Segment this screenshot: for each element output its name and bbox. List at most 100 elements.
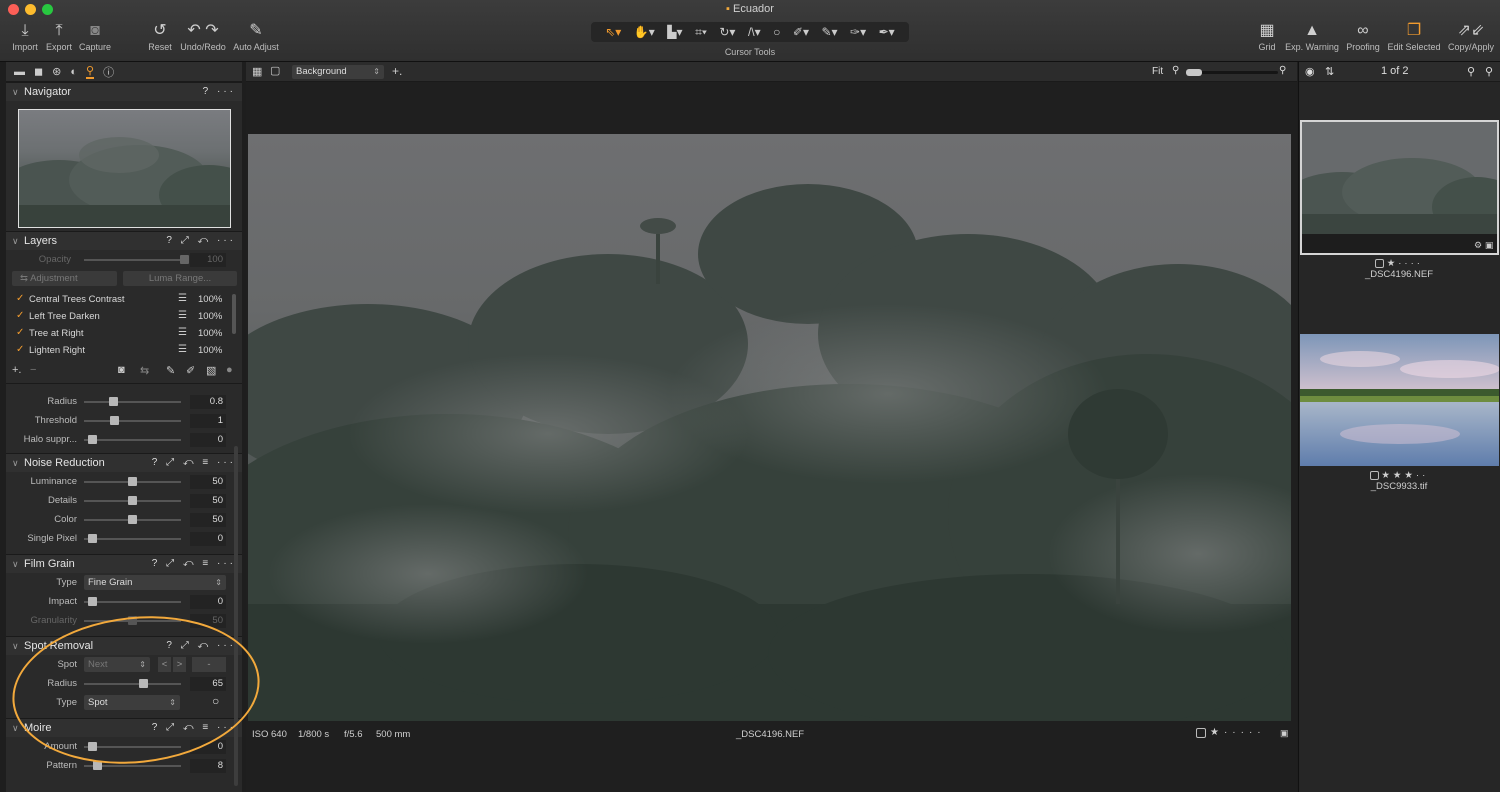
checkmark-icon[interactable]: ✓ xyxy=(16,344,24,355)
slider-value[interactable]: 1 xyxy=(190,414,226,428)
slider-value[interactable]: 0 xyxy=(190,532,226,546)
color-tab-icon[interactable]: ⊛ xyxy=(52,65,61,78)
rating-stars[interactable]: ★····· xyxy=(1210,727,1266,738)
opacity-value[interactable]: 100 xyxy=(190,253,226,267)
rating-stars[interactable]: ★···· xyxy=(1387,258,1423,269)
slider-track[interactable] xyxy=(84,742,181,751)
slider-value[interactable]: 8 xyxy=(190,759,226,773)
slider-value[interactable]: 50 xyxy=(190,513,226,527)
thumbnail-2[interactable] xyxy=(1300,334,1499,466)
grid-view-icon[interactable]: ▦ xyxy=(252,65,262,78)
layer-select[interactable]: Background ⇕ xyxy=(292,65,384,79)
spot-radius-knob[interactable] xyxy=(139,679,148,688)
filter-icon[interactable]: ⚲ xyxy=(1485,65,1493,78)
layers-tools[interactable]: ? ⤢ ↶ ··· xyxy=(166,235,236,246)
select-cursor-icon[interactable]: ⇖▾ xyxy=(605,25,621,39)
slider-knob[interactable] xyxy=(110,416,119,425)
erase-icon[interactable]: ✐ xyxy=(186,364,195,377)
slider-track[interactable] xyxy=(84,496,181,505)
navigator-preview[interactable] xyxy=(18,109,231,228)
navigator-header[interactable]: ∨ Navigator ? ··· xyxy=(6,82,242,101)
circle-tool-icon[interactable]: ○ xyxy=(773,25,780,39)
edit-selected-button[interactable]: ❐ Edit Selected xyxy=(1385,20,1443,52)
remove-layer-icon[interactable]: − xyxy=(30,364,36,376)
spot-radius-value[interactable]: 65 xyxy=(190,677,226,691)
annotate-icon[interactable]: ✒▾ xyxy=(879,25,895,39)
exposure-tab-icon[interactable]: ◐ xyxy=(70,66,77,78)
layer-item[interactable]: ✓ Left Tree Darken ☰ 100% xyxy=(6,308,242,325)
slider-knob[interactable] xyxy=(128,496,137,505)
slider-track[interactable] xyxy=(84,761,181,770)
picker-icon[interactable]: ✐▾ xyxy=(793,25,809,39)
slider-value[interactable]: 50 xyxy=(190,475,226,489)
reset-button[interactable]: ↺ Reset xyxy=(146,20,174,52)
pan-icon[interactable]: ✋▾ xyxy=(634,25,655,39)
select-checkbox[interactable] xyxy=(1375,258,1385,268)
thumbnail-1[interactable]: ⚙ ▣ xyxy=(1300,120,1499,255)
slider-knob[interactable] xyxy=(88,742,97,751)
undo-redo-button[interactable]: ↶ ↷ Undo/Redo xyxy=(179,20,227,52)
gradient-icon[interactable]: ▧ xyxy=(206,364,216,377)
sliders-icon[interactable]: ☰ xyxy=(178,310,187,321)
grain-type-select[interactable]: Fine Grain xyxy=(84,575,226,590)
rating-stars[interactable]: ★★★·· xyxy=(1381,470,1428,481)
select-checkbox[interactable] xyxy=(1196,728,1206,738)
copy-apply-button[interactable]: ⇗⇙ Copy/Apply xyxy=(1446,20,1496,52)
export-button[interactable]: ⤒ Export xyxy=(44,20,74,52)
checkmark-icon[interactable]: ✓ xyxy=(16,310,24,321)
spot-type-select[interactable]: Spot xyxy=(84,695,180,710)
panel-scrollbar[interactable] xyxy=(232,294,236,334)
prev-spot-button[interactable]: < xyxy=(158,657,171,672)
spot-select[interactable]: Next xyxy=(84,657,150,672)
search-icon[interactable]: ⚲ xyxy=(1467,65,1475,78)
layer-item[interactable]: ✓ Tree at Right ☰ 100% xyxy=(6,325,242,342)
granularity-slider[interactable] xyxy=(84,616,181,625)
brush-icon[interactable]: ✎ xyxy=(166,364,175,377)
details-tab-icon[interactable]: ⚲ xyxy=(86,64,95,79)
film-grain-tools[interactable]: ? ⤢ ↶ ≡ ··· xyxy=(152,558,236,569)
slider-track[interactable] xyxy=(84,435,181,444)
zoom-knob[interactable] xyxy=(1186,69,1202,76)
opacity-slider[interactable] xyxy=(84,255,189,264)
spot-removal-header[interactable]: ∨ Spot Removal ? ⤢ ↶ ··· xyxy=(6,636,242,655)
mask-view-icon[interactable]: ◙ xyxy=(118,364,125,376)
slider-knob[interactable] xyxy=(93,761,102,770)
grid-button[interactable]: ▦ Grid xyxy=(1254,20,1280,52)
auto-adjust-button[interactable]: ✎ Auto Adjust xyxy=(231,20,281,52)
exp-warning-button[interactable]: ▲ Exp. Warning xyxy=(1284,20,1340,52)
slider-knob[interactable] xyxy=(88,534,97,543)
remove-spot-button[interactable]: - xyxy=(192,657,226,672)
granularity-value[interactable]: 50 xyxy=(190,614,226,628)
add-layer-icon[interactable]: +. xyxy=(12,364,21,376)
slider-value[interactable]: 50 xyxy=(190,494,226,508)
spot-removal-tools[interactable]: ? ⤢ ↶ ··· xyxy=(166,640,236,651)
proofing-button[interactable]: ∞ Proofing xyxy=(1344,20,1382,52)
noise-reduction-header[interactable]: ∨ Noise Reduction ? ⤢ ↶ ≡ ··· xyxy=(6,453,242,472)
impact-value[interactable]: 0 xyxy=(190,595,226,609)
eye-icon[interactable]: ◉ xyxy=(1305,65,1315,78)
granularity-knob[interactable] xyxy=(128,616,137,625)
slider-track[interactable] xyxy=(84,416,181,425)
keystone-icon[interactable]: /\▾ xyxy=(748,25,761,39)
stamp-icon[interactable]: ▙▾ xyxy=(667,25,682,39)
moire-tools[interactable]: ? ⤢ ↶ ≡ ··· xyxy=(152,722,236,733)
adjustment-select[interactable]: ⇆ Adjustment xyxy=(12,271,117,286)
radial-icon[interactable]: ● xyxy=(226,364,233,376)
add-icon[interactable]: +. xyxy=(392,64,402,78)
rotate-icon[interactable]: ↻▾ xyxy=(719,25,735,39)
luma-range-button[interactable]: Luma Range... xyxy=(123,271,237,286)
layer-item[interactable]: ✓ Lighten Right ☰ 100% xyxy=(6,342,242,359)
layers-header[interactable]: ∨ Layers ? ⤢ ↶ ··· xyxy=(6,231,242,250)
thumbnail-1-rating[interactable]: ★···· xyxy=(1299,258,1499,269)
layer-item[interactable]: ✓ Central Trees Contrast ☰ 100% xyxy=(6,291,242,308)
checkmark-icon[interactable]: ✓ xyxy=(16,293,24,304)
slider-knob[interactable] xyxy=(88,435,97,444)
select-checkbox[interactable] xyxy=(1369,470,1379,480)
single-view-icon[interactable]: ▢ xyxy=(270,64,280,77)
slider-knob[interactable] xyxy=(109,397,118,406)
opacity-knob[interactable] xyxy=(180,255,189,264)
capture-button[interactable]: ◙ Capture xyxy=(78,20,112,52)
film-grain-header[interactable]: ∨ Film Grain ? ⤢ ↶ ≡ ··· xyxy=(6,554,242,573)
metadata-tab-icon[interactable]: ⓘ xyxy=(103,64,114,80)
crop-icon[interactable]: ⌗▾ xyxy=(695,25,707,40)
